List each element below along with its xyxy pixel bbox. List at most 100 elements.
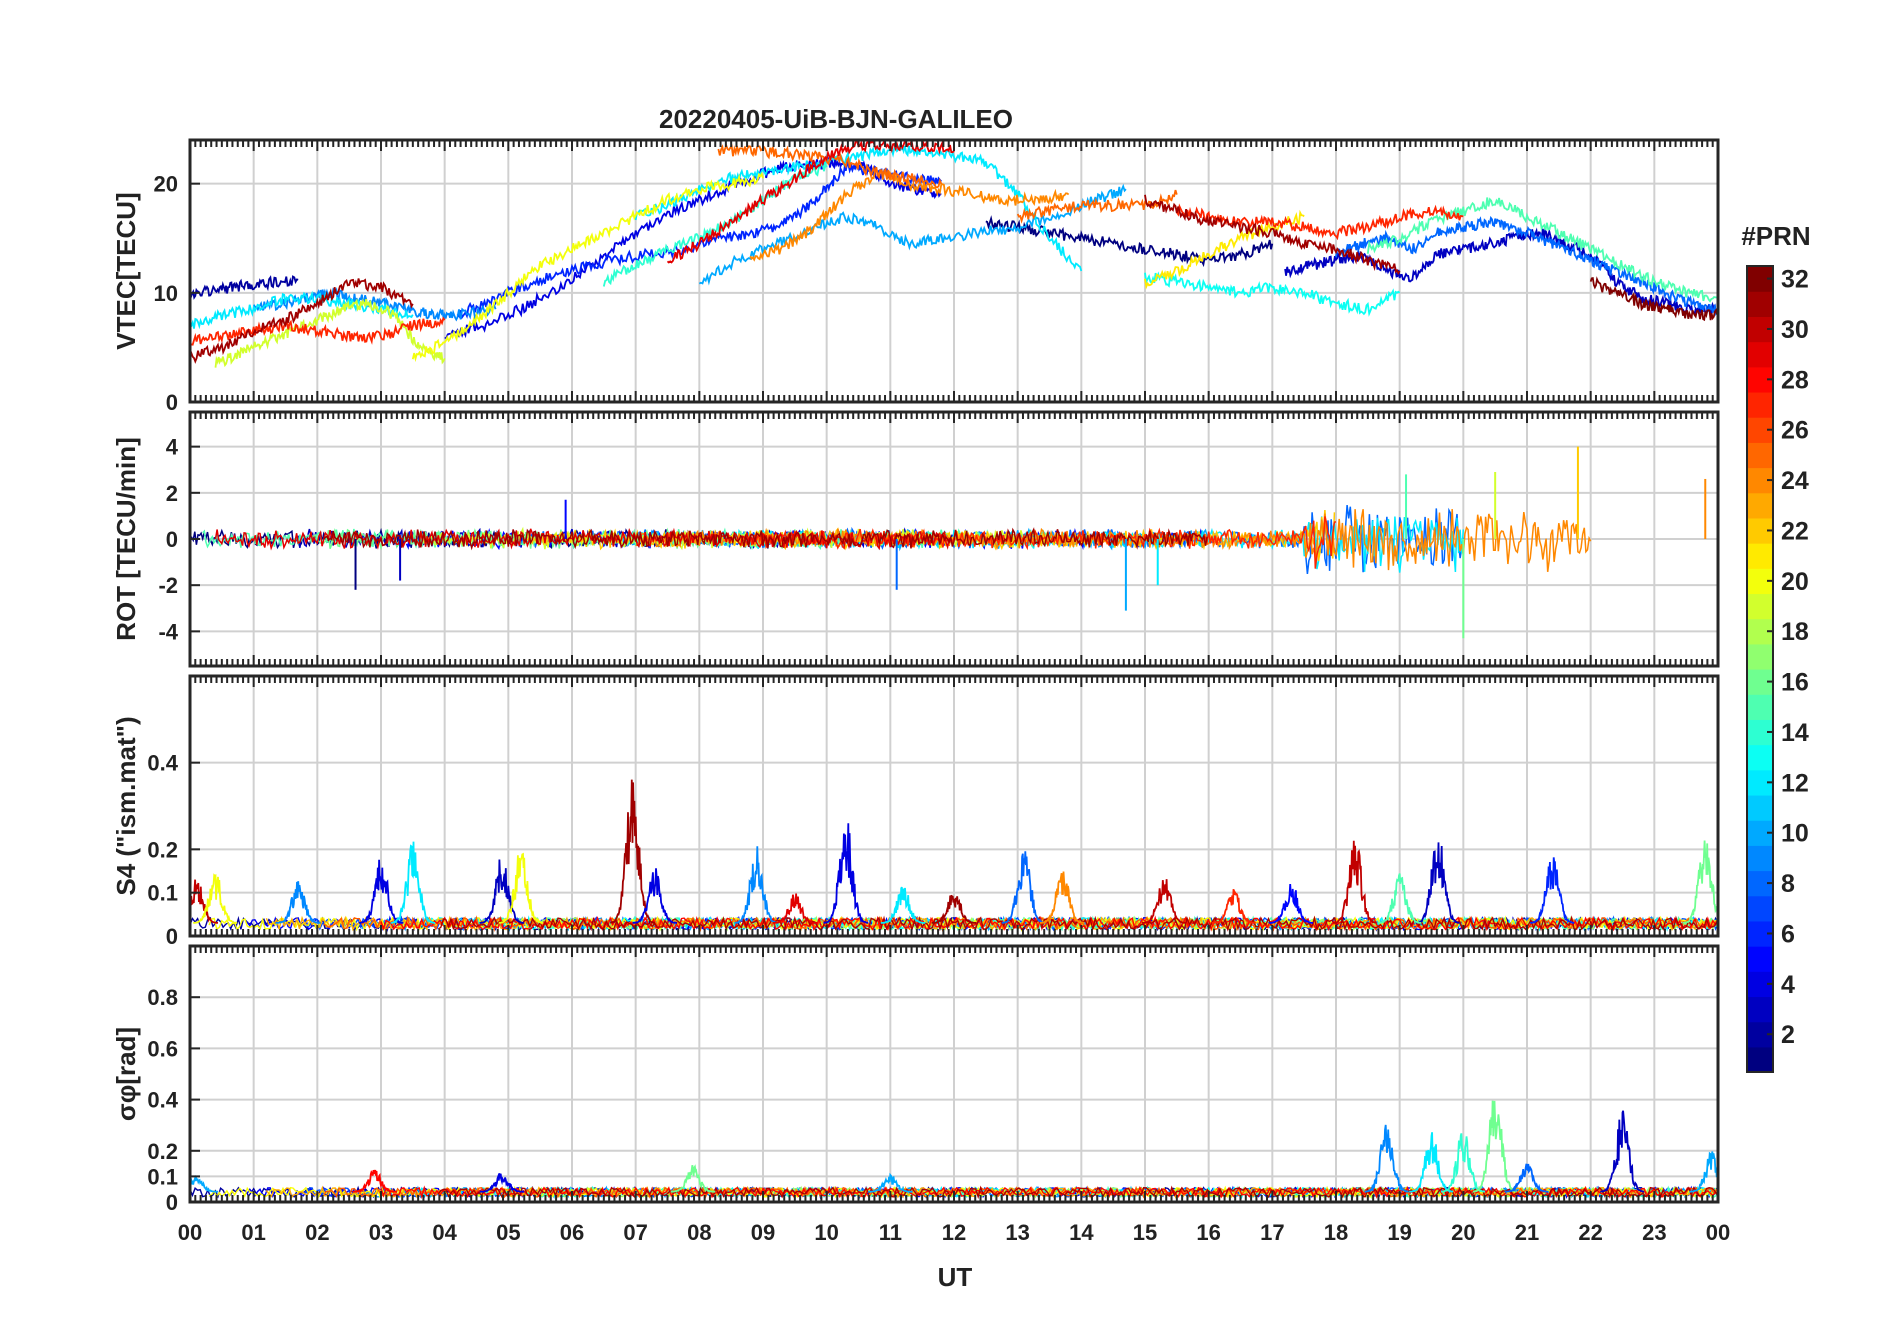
colorbar-band [1747, 744, 1773, 771]
x-tick-label: 00 [178, 1220, 202, 1245]
colorbar-tick-label: 20 [1781, 568, 1809, 596]
x-tick-label: 17 [1260, 1220, 1284, 1245]
x-tick-label: 15 [1133, 1220, 1157, 1245]
burst-prn-12 [390, 841, 436, 924]
colorbar-tick-label: 28 [1781, 366, 1809, 394]
burst-prn-24 [1040, 871, 1085, 924]
burst-prn-10 [1689, 1151, 1718, 1193]
x-tick-label: 13 [1005, 1220, 1029, 1245]
x-tick-label: 00 [1706, 1220, 1730, 1245]
burst-prn-30 [1141, 879, 1187, 924]
vtec-series-prn-20 [411, 171, 764, 363]
burst-prn-8 [1001, 851, 1047, 924]
colorbar-tick-label: 24 [1781, 467, 1809, 495]
y-tick-label: 0.6 [147, 1036, 178, 1061]
colorbar-tick-label: 4 [1781, 971, 1795, 999]
burst-prn-16 [1682, 840, 1718, 924]
y-tick-label: 0.2 [147, 837, 178, 862]
x-tick-label: 18 [1324, 1220, 1348, 1245]
x-tick-label: 09 [751, 1220, 775, 1245]
colorbar-band [1747, 543, 1773, 569]
colorbar-tick-label: 8 [1781, 870, 1795, 898]
colorbar: 2468101214161820222426283032#PRN [1741, 221, 1811, 1073]
y-tick-label: 20 [154, 172, 178, 197]
colorbar-tick-label: 26 [1781, 417, 1809, 445]
series-rot [190, 446, 1707, 639]
burst-prn-5 [1269, 883, 1314, 924]
y-tick-label: 0.1 [147, 881, 178, 906]
burst-prn-30 [1332, 840, 1377, 924]
colorbar-band [1747, 845, 1773, 872]
colorbar-label: #PRN [1741, 221, 1810, 251]
x-tick-label: 22 [1578, 1220, 1602, 1245]
x-tick-label: 12 [942, 1220, 966, 1245]
colorbar-band [1747, 391, 1773, 418]
y-tick-label: 0.1 [147, 1164, 178, 1189]
chart-title: 20220405-UiB-BJN-GALILEO [659, 104, 1013, 134]
colorbar-band [1747, 593, 1773, 620]
colorbar-tick-label: 30 [1781, 316, 1809, 344]
x-tick-label: 06 [560, 1220, 584, 1245]
colorbar-band [1747, 1046, 1773, 1073]
vtec-series-prn-15 [1366, 197, 1718, 303]
x-tick-label: 16 [1196, 1220, 1220, 1245]
colorbar-tick-label: 22 [1781, 517, 1809, 545]
colorbar-tick-label: 6 [1781, 920, 1795, 948]
burst-prn-3 [1415, 842, 1460, 924]
colorbar-tick-label: 14 [1781, 719, 1809, 747]
colorbar-band [1747, 895, 1773, 922]
burst-prn-12 [1409, 1132, 1454, 1193]
y-tick-label: 0.8 [147, 985, 178, 1010]
y-tick-label: -2 [158, 573, 178, 598]
x-tick-label: 23 [1642, 1220, 1666, 1245]
panel-s4: 0 0.1 0.2 0.4S4 ("ism.mat") [111, 674, 1720, 949]
x-tick-label: 07 [623, 1220, 647, 1245]
y-tick-label: 0.4 [147, 751, 178, 776]
x-tick-label: 21 [1515, 1220, 1539, 1245]
figure: 20220405-UiB-BJN-GALILEO 01020VTEC[TECU]… [111, 104, 1811, 1292]
y-tick-label: 0.4 [147, 1088, 178, 1113]
colorbar-tick-label: 16 [1781, 669, 1809, 697]
colorbar-band [1747, 442, 1773, 469]
x-tick-label: 19 [1387, 1220, 1411, 1245]
colorbar-band [1747, 694, 1773, 720]
y-tick-label: 2 [166, 481, 178, 506]
vtec-series-prn-27 [1176, 203, 1464, 241]
vtec-series-prn-31 [190, 278, 414, 364]
colorbar-band [1747, 492, 1773, 519]
x-tick-label: 08 [687, 1220, 711, 1245]
y-tick-label: 4 [166, 435, 179, 460]
x-tick-label: 10 [814, 1220, 838, 1245]
panel-vtec: 0 10 20 VTEC[TECU] [111, 138, 1720, 415]
y-tick-label: 0 [166, 1190, 178, 1215]
burst-prn-9 [734, 846, 780, 924]
panel-sigma_phi: 00.10.2 0.4 0.6 0.8σφ[rad] [111, 944, 1720, 1215]
colorbar-band [1747, 291, 1773, 317]
y-axis-label-s4: S4 ("ism.mat") [111, 716, 141, 895]
y-axis-label-rot: ROT [TECU/min] [111, 437, 141, 641]
x-tick-label: 05 [496, 1220, 520, 1245]
x-tick-label: 01 [241, 1220, 265, 1245]
x-tick-label: 20 [1451, 1220, 1475, 1245]
series-s4 [190, 779, 1718, 933]
grid-s4 [189, 676, 1719, 937]
burst-prn-6 [1530, 857, 1575, 924]
panel-rot: -4 -2 0 2 4 ROT [TECU/min] [111, 410, 1720, 668]
colorbar-tick-label: 18 [1781, 618, 1809, 646]
y-tick-label: -4 [158, 619, 178, 644]
colorbar-band [1747, 643, 1773, 670]
y-tick-label: 0 [166, 390, 178, 415]
y-tick-label: 0.2 [147, 1139, 178, 1164]
panels: 01020VTEC[TECU]-4-2024ROT [TECU/min]00.1… [111, 138, 1730, 1245]
y-axis-label-vtec: VTEC[TECU] [111, 192, 141, 349]
burst-prn-4 [823, 823, 869, 924]
y-tick-label: 0 [166, 527, 178, 552]
colorbar-band [1747, 996, 1773, 1023]
x-tick-label: 02 [305, 1220, 329, 1245]
grid-vtec [189, 140, 1719, 403]
colorbar-tick-label: 12 [1781, 769, 1809, 797]
x-tick-label: 11 [879, 1220, 902, 1245]
colorbar-band [1747, 794, 1773, 821]
colorbar-band [1747, 946, 1773, 972]
colorbar-tick-label: 2 [1781, 1021, 1795, 1049]
